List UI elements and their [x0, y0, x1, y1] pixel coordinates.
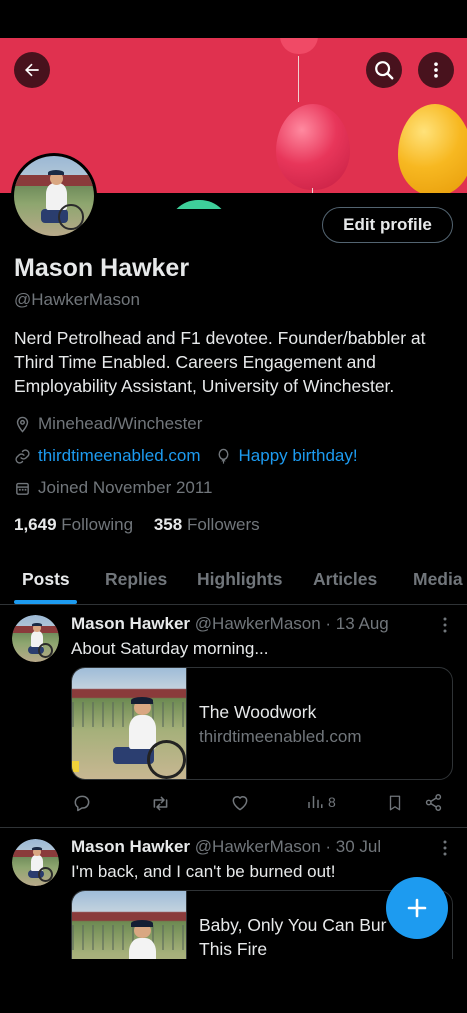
post-meta: @HawkerMason · 30 Jul	[194, 837, 382, 856]
mask	[160, 209, 240, 239]
profile-bio: Nerd Petrolhead and F1 devotee. Founder/…	[14, 328, 426, 396]
balloon-string	[298, 56, 299, 102]
balloon-string	[312, 188, 313, 193]
tab-posts[interactable]: Posts	[22, 569, 70, 590]
following-count: 1,649	[14, 515, 57, 534]
repost-button[interactable]	[150, 793, 171, 814]
link-card-title-line1: Baby, Only You Can Bur	[199, 915, 387, 935]
profile-handle: @HawkerMason	[14, 290, 140, 309]
tab-replies[interactable]: Replies	[105, 569, 167, 590]
joined-text: Joined November 2011	[38, 478, 213, 497]
website-link[interactable]: thirdtimeenabled.com	[38, 446, 201, 466]
link-card-domain: thirdtimeenabled.com	[199, 727, 362, 746]
balloon-graphic	[280, 38, 318, 54]
post-text: I'm back, and I can't be burned out!	[71, 862, 336, 881]
bookmark-icon	[389, 795, 401, 811]
views-button[interactable]: 8	[306, 793, 336, 811]
profile-avatar[interactable]	[11, 153, 97, 239]
post-actions: 8	[0, 793, 467, 817]
post-author[interactable]: Mason Hawker	[71, 837, 190, 856]
compose-button[interactable]	[386, 877, 448, 939]
birthday-link[interactable]: Happy birthday!	[239, 446, 358, 466]
views-icon	[308, 796, 323, 808]
tab-highlights[interactable]: Highlights	[197, 569, 283, 590]
post-avatar[interactable]	[12, 839, 59, 886]
link-card-title: The Woodwork	[199, 702, 317, 722]
location-text: Minehead/Winchester	[38, 414, 203, 433]
follow-stats: 1,649 Following 358 Followers	[14, 515, 260, 535]
more-options-button[interactable]	[418, 52, 454, 88]
link-card[interactable]: The Woodwork thirdtimeenabled.com	[71, 667, 453, 780]
post-author[interactable]: Mason Hawker	[71, 614, 190, 633]
link-card-image	[72, 668, 187, 779]
profile-tabs: Posts Replies Highlights Articles Media	[0, 560, 467, 605]
tab-media[interactable]: Media	[413, 569, 463, 590]
reply-button[interactable]	[72, 793, 92, 813]
avatar-image	[12, 615, 59, 662]
search-button[interactable]	[366, 52, 402, 88]
search-icon	[375, 61, 394, 80]
following-link[interactable]: 1,649 Following	[14, 515, 133, 534]
post-header: Mason Hawker @HawkerMason · 13 Aug	[71, 614, 389, 634]
location-pin-icon	[16, 416, 29, 433]
post-avatar[interactable]	[12, 615, 59, 662]
edit-profile-button[interactable]: Edit profile	[322, 207, 453, 243]
back-button[interactable]	[14, 52, 50, 88]
link-icon	[15, 448, 30, 464]
avatar-image	[12, 839, 59, 886]
share-button[interactable]	[424, 793, 443, 812]
balloon-icon	[218, 448, 228, 464]
link-card-image	[72, 891, 187, 959]
bookmark-button[interactable]	[386, 793, 404, 813]
bottom-bar	[0, 959, 467, 1013]
profile-location: Minehead/Winchester	[14, 414, 202, 434]
active-tab-indicator	[14, 600, 77, 604]
like-button[interactable]	[230, 793, 250, 813]
post-header: Mason Hawker @HawkerMason · 30 Jul	[71, 837, 381, 857]
profile-joined: Joined November 2011	[14, 478, 213, 498]
plus-icon	[407, 898, 427, 918]
arrow-left-icon	[25, 63, 39, 77]
followers-link[interactable]: 358 Followers	[154, 515, 260, 534]
balloon-graphic	[398, 104, 467, 193]
followers-count: 358	[153, 515, 183, 534]
avatar-image	[14, 156, 94, 236]
tab-articles[interactable]: Articles	[313, 569, 377, 590]
followers-label: Followers	[186, 515, 260, 534]
balloon-graphic	[276, 104, 350, 190]
profile-name: Mason Hawker	[14, 254, 190, 282]
heart-icon	[232, 796, 248, 811]
more-vertical-icon[interactable]	[438, 616, 452, 634]
post-text: About Saturday morning...	[71, 639, 269, 658]
profile-website-row: thirdtimeenabled.com Happy birthday!	[14, 446, 358, 466]
link-card-title-line2: This Fire	[199, 939, 268, 959]
more-vertical-icon	[434, 62, 438, 78]
reply-icon	[74, 795, 90, 812]
views-count: 8	[328, 794, 336, 810]
post-meta: @HawkerMason · 13 Aug	[194, 614, 389, 633]
calendar-icon	[16, 482, 29, 495]
following-label: Following	[61, 515, 134, 534]
post-item[interactable]: Mason Hawker @HawkerMason · 13 Aug About…	[0, 605, 467, 827]
repost-icon	[153, 796, 168, 811]
more-vertical-icon[interactable]	[438, 839, 452, 857]
share-icon	[425, 794, 442, 811]
